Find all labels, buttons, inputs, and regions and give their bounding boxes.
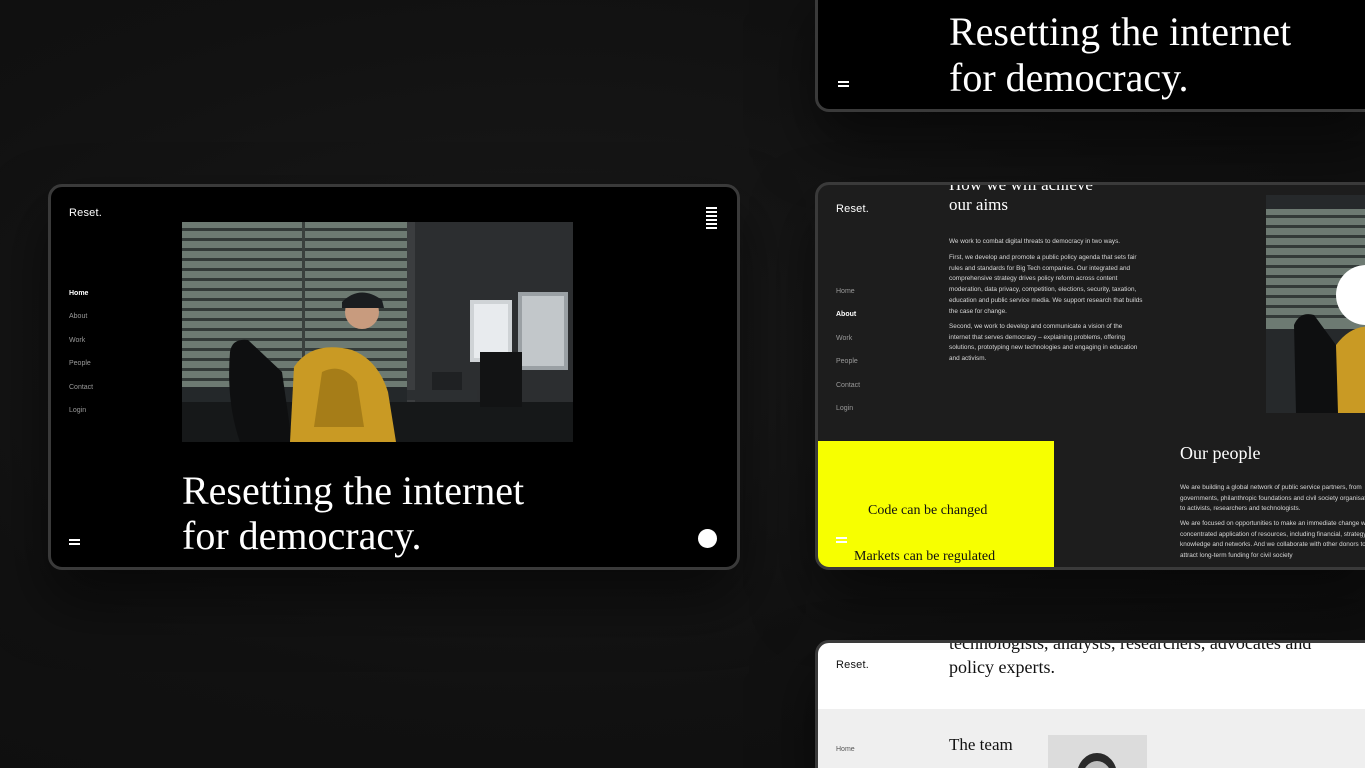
yellow-statement-block: Code can be changed Markets can be regul… xyxy=(818,441,1054,567)
main-nav: Home About Work People Contact Login xyxy=(69,289,93,429)
brand-logo[interactable]: Reset. xyxy=(836,659,869,671)
people-intro-line2: policy experts. xyxy=(949,657,1055,677)
team-member-photo xyxy=(1048,735,1147,768)
nav-item-contact[interactable]: Contact xyxy=(836,381,860,404)
aims-paragraph-3: Second, we work to develop and communica… xyxy=(949,323,1138,363)
people-intro-line1: technologists, analysts, researchers, ad… xyxy=(949,640,1312,653)
aims-paragraph-1: We work to combat digital threats to dem… xyxy=(949,238,1121,245)
team-section: Home The team xyxy=(818,709,1365,768)
aims-paragraph-2: First, we develop and promote a public p… xyxy=(949,254,1143,315)
nav-item-home[interactable]: Home xyxy=(836,746,855,753)
nav-item-login[interactable]: Login xyxy=(836,404,860,427)
aims-heading-line1: How we will achieve xyxy=(949,182,1093,194)
people-intro: technologists, analysts, researchers, ad… xyxy=(949,640,1312,679)
nav-item-login[interactable]: Login xyxy=(69,406,93,429)
people-paragraph-1: We are building a global network of publ… xyxy=(1180,484,1365,513)
nav-item-people[interactable]: People xyxy=(836,357,860,380)
about-photo xyxy=(1266,195,1365,413)
scroll-dot-button[interactable] xyxy=(698,529,717,548)
aims-heading: How we will achieve our aims xyxy=(949,182,1093,215)
nav-item-contact[interactable]: Contact xyxy=(69,383,93,406)
menu-icon[interactable] xyxy=(69,539,80,547)
menu-icon[interactable] xyxy=(836,537,847,545)
about-page-device: Reset. Home About Work People Contact Lo… xyxy=(815,182,1365,570)
people-paragraph-2: We are focused on opportunities to make … xyxy=(1180,520,1365,560)
statement-markets: Markets can be regulated xyxy=(854,549,996,564)
brand-logo[interactable]: Reset. xyxy=(69,207,102,219)
brand-logo[interactable]: Reset. xyxy=(836,203,869,215)
menu-icon[interactable] xyxy=(838,81,849,89)
hero-title-line2: for democracy. xyxy=(949,55,1189,100)
home-page-device: Reset. Home About Work People Contact Lo… xyxy=(48,184,740,570)
about-nav: Home About Work People Contact Login xyxy=(836,287,860,427)
nav-item-work[interactable]: Work xyxy=(836,334,860,357)
menu-bars-icon[interactable] xyxy=(706,207,717,231)
hero-photo xyxy=(182,222,573,442)
team-heading: The team xyxy=(949,735,1013,754)
nav-item-home[interactable]: Home xyxy=(69,289,93,312)
showcase-stage: Reset. Home About Work People Contact Lo… xyxy=(0,0,1365,768)
hero-title-line2: for democracy. xyxy=(182,513,422,558)
hero-title-line1: Resetting the internet xyxy=(182,468,525,513)
nav-item-people[interactable]: People xyxy=(69,359,93,382)
nav-item-home[interactable]: Home xyxy=(836,287,860,310)
nav-item-about[interactable]: About xyxy=(836,310,860,333)
hero-title: Resetting the internet for democracy. xyxy=(182,468,524,558)
aims-heading-line2: our aims xyxy=(949,195,1009,214)
people-page-device: Reset. technologists, analysts, research… xyxy=(815,640,1365,768)
hero-crop-device: Resetting the internet for democracy. xyxy=(815,0,1365,112)
statement-code: Code can be changed xyxy=(868,503,988,518)
nav-item-about[interactable]: About xyxy=(69,312,93,335)
hero-title-line1: Resetting the internet xyxy=(949,9,1292,54)
hero-title-large: Resetting the internet for democracy. xyxy=(949,9,1291,101)
people-heading: Our people xyxy=(1180,443,1261,463)
nav-item-work[interactable]: Work xyxy=(69,336,93,359)
